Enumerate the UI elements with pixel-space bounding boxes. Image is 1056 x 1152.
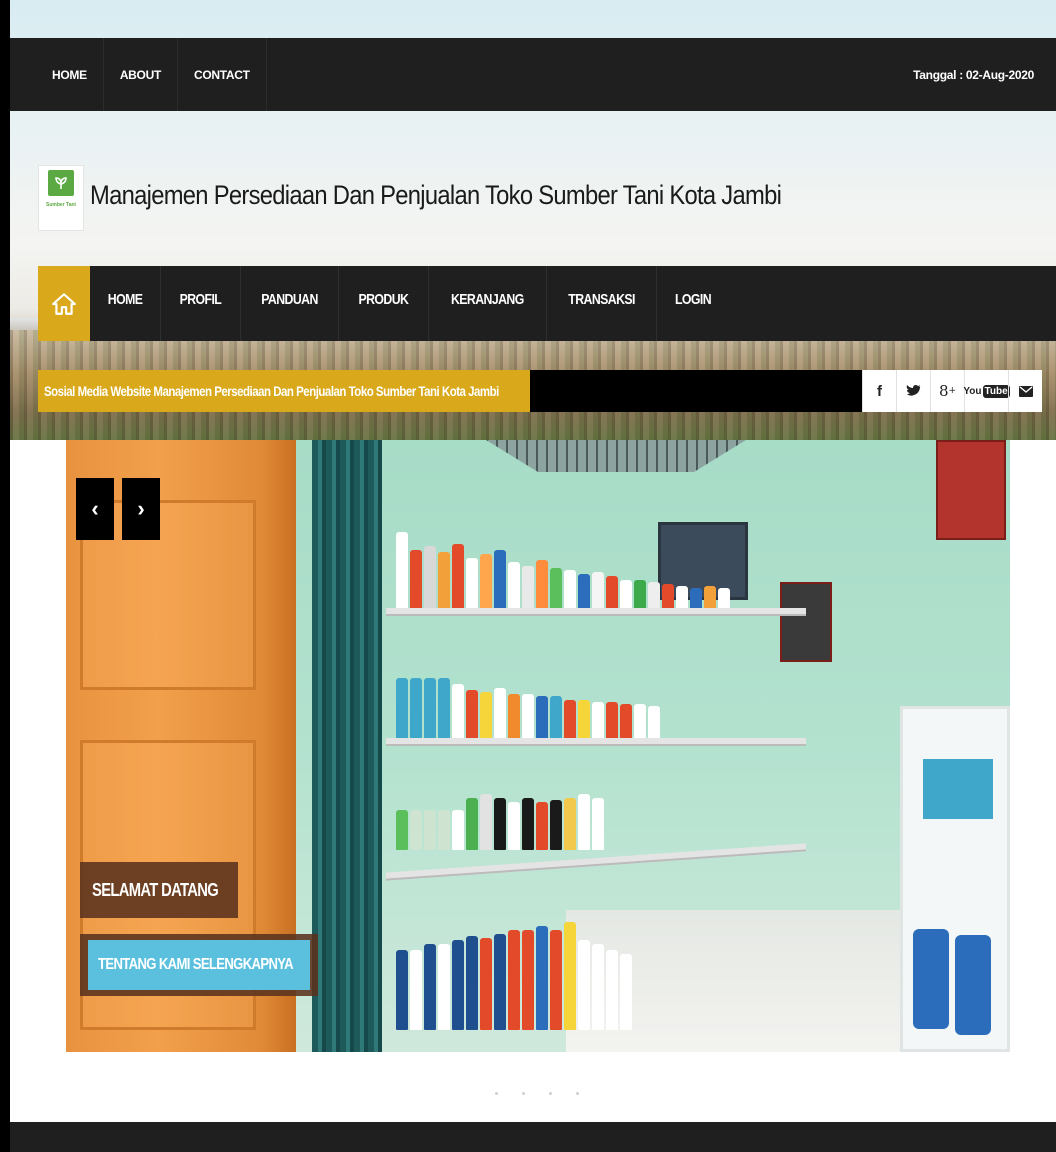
slide-caption-title-text: SELAMAT DATANG xyxy=(92,879,219,900)
slide-shelf-1 xyxy=(386,608,806,616)
top-nav-contact[interactable]: CONTACT xyxy=(178,38,267,111)
mail-icon[interactable] xyxy=(1008,370,1042,412)
nav-produk[interactable]: PRODUK xyxy=(339,266,429,341)
nav-home-label: HOME xyxy=(107,291,143,308)
youtube-icon[interactable]: You Tube xyxy=(963,370,1010,412)
google-plus-icon[interactable]: 8 + xyxy=(930,370,964,412)
slide-gate xyxy=(312,440,382,1052)
social-icons: f 8 + You Tube xyxy=(862,370,1042,412)
image-slider[interactable]: ‹ › SELAMAT DATANG TENTANG KAMI SELENGKA… xyxy=(66,440,1010,1052)
nav-transaksi[interactable]: TRANSAKSI xyxy=(547,266,657,341)
slider-next-button[interactable]: › xyxy=(122,478,160,540)
prev-arrow-icon: ‹ xyxy=(91,496,99,521)
nav-panduan-label: PANDUAN xyxy=(261,291,318,308)
marquee-track xyxy=(530,370,862,412)
main-nav: HOME PROFIL PANDUAN PRODUK KERANJANG TRA… xyxy=(38,266,1056,341)
nav-keranjang[interactable]: KERANJANG xyxy=(429,266,547,341)
slider-dot[interactable] xyxy=(576,1092,579,1095)
nav-profil[interactable]: PROFIL xyxy=(161,266,242,341)
top-bar: HOME ABOUT CONTACT Tanggal : 02-Aug-2020 xyxy=(10,38,1056,111)
nav-profil-label: PROFIL xyxy=(179,291,222,308)
slide-poster xyxy=(936,440,1006,540)
top-nav: HOME ABOUT CONTACT xyxy=(10,38,267,111)
slide-bottles-row-1 xyxy=(396,530,796,610)
nav-keranjang-label: KERANJANG xyxy=(450,291,524,308)
slide-bottles-row-4 xyxy=(396,910,796,1030)
top-nav-home[interactable]: HOME xyxy=(10,38,104,111)
page-frame: HOME ABOUT CONTACT Tanggal : 02-Aug-2020… xyxy=(10,0,1056,1152)
slider-prev-button[interactable]: ‹ xyxy=(76,478,114,540)
social-marquee-text: Sosial Media Website Manajemen Persediaa… xyxy=(44,383,499,399)
slider-dot[interactable] xyxy=(549,1092,552,1095)
twitter-icon[interactable] xyxy=(896,370,930,412)
top-nav-about[interactable]: ABOUT xyxy=(104,38,178,111)
slider-dot[interactable] xyxy=(495,1092,498,1095)
slide-bottles-row-2 xyxy=(396,668,796,740)
slide-bottles-row-3 xyxy=(396,770,796,850)
nav-login[interactable]: LOGIN xyxy=(657,266,729,341)
about-more-button[interactable]: TENTANG KAMI SELENGKAPNYA xyxy=(88,940,310,990)
nav-produk-label: PRODUK xyxy=(358,291,409,308)
next-arrow-icon: › xyxy=(137,496,145,521)
nav-login-label: LOGIN xyxy=(674,291,712,308)
nav-panduan[interactable]: PANDUAN xyxy=(241,266,340,341)
about-more-button-label: TENTANG KAMI SELENGKAPNYA xyxy=(98,956,294,973)
date-display: Tanggal : 02-Aug-2020 xyxy=(913,67,1034,82)
footer-bar xyxy=(10,1122,1056,1152)
home-icon[interactable] xyxy=(38,266,90,341)
nav-transaksi-label: TRANSAKSI xyxy=(567,291,635,308)
slider-dots xyxy=(495,1092,579,1095)
nav-home[interactable]: HOME xyxy=(90,266,162,341)
slider-dot[interactable] xyxy=(522,1092,525,1095)
facebook-icon[interactable]: f xyxy=(862,370,896,412)
slide-shelf-2 xyxy=(386,738,806,746)
slide-caption-title: SELAMAT DATANG xyxy=(80,862,238,918)
slide-caption-button-wrap: TENTANG KAMI SELENGKAPNYA xyxy=(80,934,318,996)
slide-fridge xyxy=(900,706,1010,1052)
social-bar: Sosial Media Website Manajemen Persediaa… xyxy=(38,370,1042,412)
social-marquee: Sosial Media Website Manajemen Persediaa… xyxy=(38,370,530,412)
site-logo[interactable]: Sumber Tani xyxy=(38,165,84,231)
leaf-icon xyxy=(48,170,74,196)
site-title: Manajemen Persediaan Dan Penjualan Toko … xyxy=(90,180,782,210)
logo-text: Sumber Tani xyxy=(46,202,76,208)
